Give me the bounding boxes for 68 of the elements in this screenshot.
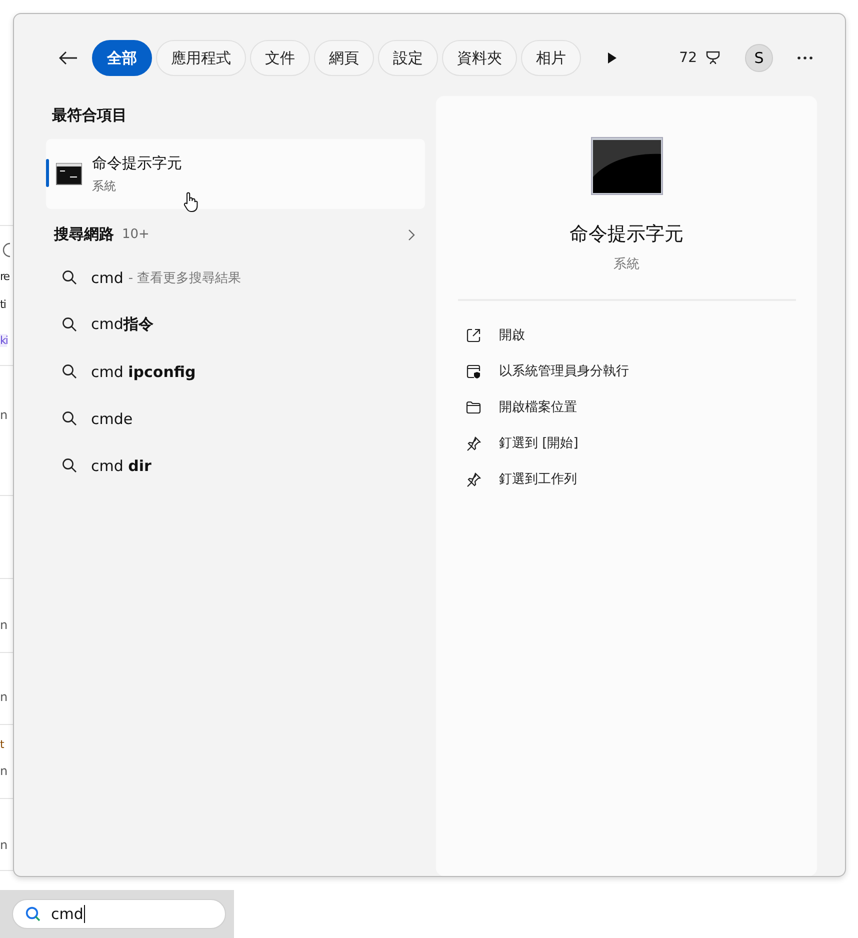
app-category: 系統	[92, 178, 117, 194]
folder-icon	[466, 400, 481, 414]
chevron-right-icon	[408, 228, 415, 240]
app-title: 命令提示字元	[92, 154, 182, 172]
search-suggestion[interactable]: cmd dir	[46, 442, 425, 489]
search-suggestion[interactable]: cmd ipconfig	[46, 348, 425, 395]
filter-tab[interactable]: 應用程式	[156, 40, 246, 76]
pin-icon	[466, 436, 481, 450]
page-text-fragment: n	[0, 618, 7, 632]
more-options-icon	[797, 56, 813, 60]
points-count: 72	[679, 50, 697, 66]
page-text-fragment: n	[0, 838, 7, 852]
action-item[interactable]: 開啟檔案位置	[466, 389, 817, 425]
filter-tab[interactable]: 網頁	[314, 40, 374, 76]
page-text-fragment: t	[0, 738, 4, 752]
section-heading: 搜尋網路	[54, 225, 114, 244]
search-icon	[62, 364, 77, 379]
page-text-fragment: n	[0, 764, 7, 778]
search-suggestion[interactable]: cmde	[46, 395, 425, 442]
search-icon	[62, 458, 77, 473]
action-item[interactable]: 開啟	[466, 317, 817, 353]
page-text-fragment: re	[0, 270, 10, 284]
best-match-item[interactable]: 命令提示字元 系統	[46, 139, 425, 209]
back-arrow-icon	[58, 50, 78, 66]
action-label: 以系統管理員身分執行	[499, 363, 629, 380]
search-icon	[62, 411, 77, 426]
action-item[interactable]: 釘選到 [開始]	[466, 425, 817, 461]
action-label: 釘選到工作列	[499, 471, 577, 488]
filter-tab[interactable]: 設定	[378, 40, 438, 76]
filter-tab[interactable]: 全部	[92, 40, 152, 76]
pin-icon	[466, 472, 481, 486]
action-item[interactable]: 以系統管理員身分執行	[466, 353, 817, 389]
filter-tab[interactable]: 文件	[250, 40, 310, 76]
result-count: 10+	[122, 227, 150, 242]
search-icon	[62, 270, 77, 285]
play-icon	[607, 52, 617, 64]
search-icon	[25, 906, 41, 922]
suggestion-hint: - 查看更多搜尋結果	[128, 270, 242, 286]
search-suggestion[interactable]: cmd指令	[46, 301, 425, 348]
page-text-fragment: ki	[0, 334, 8, 348]
action-label: 開啟	[499, 327, 525, 344]
search-suggestion[interactable]: cmd - 查看更多搜尋結果	[46, 254, 425, 301]
external-link-icon	[466, 328, 481, 342]
suggestion-text: cmde	[91, 410, 133, 428]
app-category: 系統	[614, 256, 640, 273]
action-label: 開啟檔案位置	[499, 399, 577, 416]
search-field[interactable]: cmd	[12, 899, 226, 929]
suggestion-text: cmd指令	[91, 315, 154, 334]
app-title: 命令提示字元	[570, 222, 684, 247]
terminal-icon	[56, 163, 82, 185]
trophy-icon	[705, 50, 721, 66]
page-text-fragment: n	[0, 408, 7, 422]
suggestion-text: cmd	[91, 268, 124, 286]
page-text-fragment: n	[0, 690, 7, 704]
action-item[interactable]: 釘選到工作列	[466, 461, 817, 497]
filter-tab[interactable]: 相片	[521, 40, 581, 76]
search-icon	[62, 317, 77, 332]
hand-cursor-icon	[182, 191, 198, 213]
web-search-header[interactable]: 搜尋網路 10+	[46, 209, 425, 254]
suggestion-text: cmd dir	[91, 456, 152, 474]
filter-tab[interactable]: 資料夾	[442, 40, 517, 76]
page-text-fragment: ti	[0, 298, 6, 312]
section-heading: 最符合項目	[51, 105, 128, 126]
terminal-icon	[590, 137, 662, 195]
shield-window-icon	[466, 364, 481, 378]
suggestion-text: cmd ipconfig	[91, 362, 196, 380]
user-avatar[interactable]: S	[745, 44, 773, 72]
action-label: 釘選到 [開始]	[499, 435, 578, 452]
